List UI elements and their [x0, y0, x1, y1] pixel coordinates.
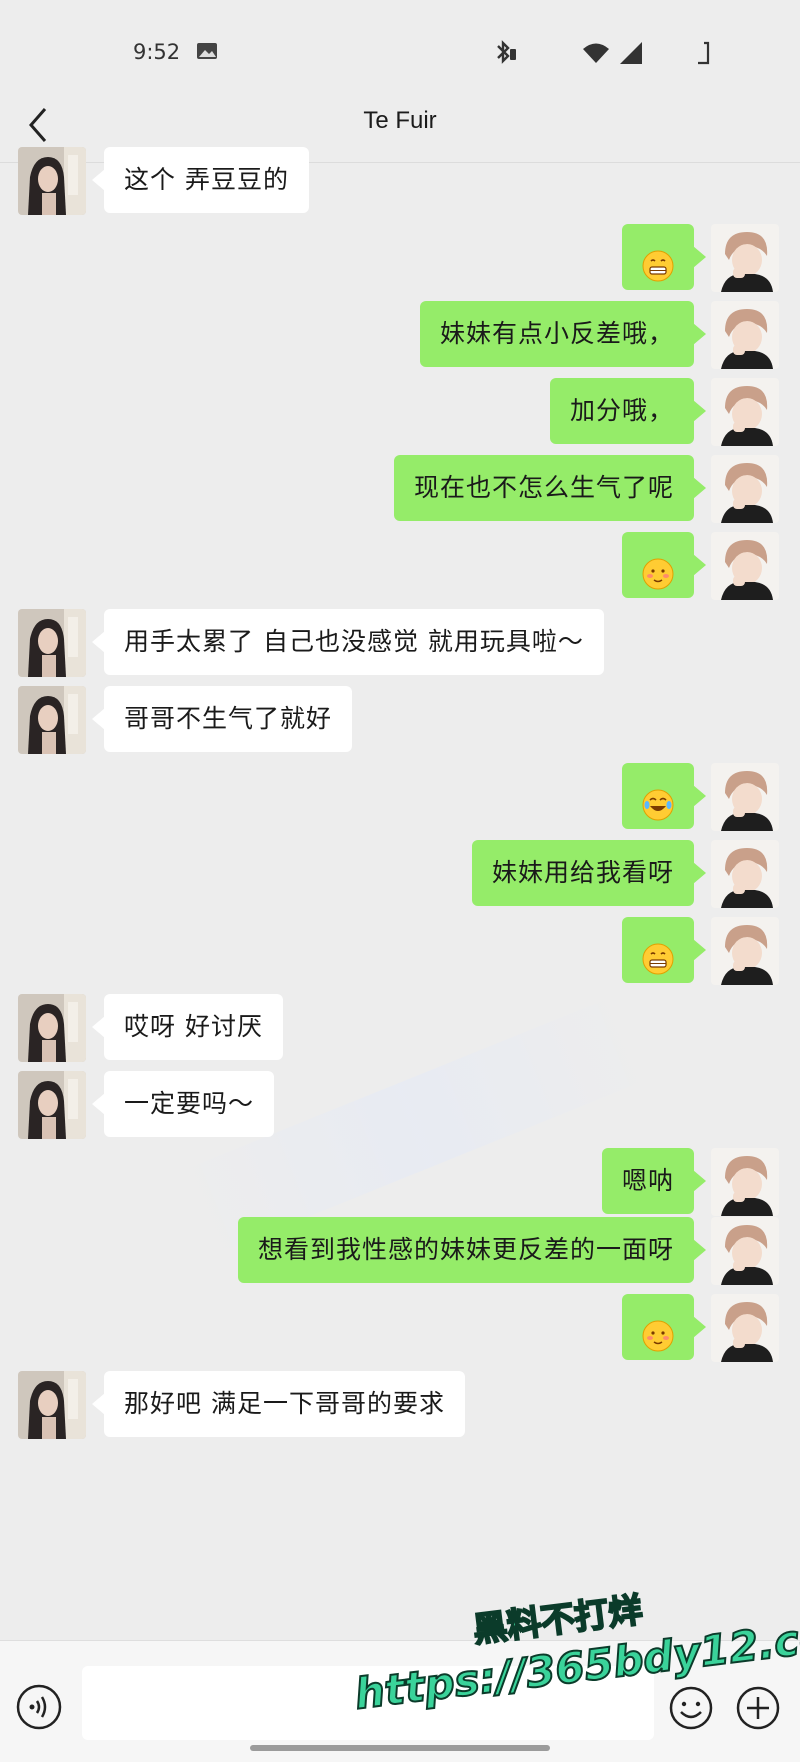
sent-message: [0, 532, 800, 600]
my-avatar[interactable]: [711, 378, 779, 446]
grin-emoji: [642, 241, 674, 282]
sent-message: 加分哦，: [0, 378, 800, 446]
status-icons: [490, 38, 750, 68]
wifi-icon: [583, 43, 609, 63]
chat-title: Te Fuir: [363, 107, 437, 134]
contact-avatar[interactable]: [18, 686, 86, 754]
tears-of-joy-emoji: [642, 780, 674, 821]
received-message: 哎呀 好讨厌: [0, 994, 800, 1062]
more-options-plus-icon[interactable]: [735, 1685, 781, 1731]
my-avatar[interactable]: [711, 532, 779, 600]
emoji-picker-icon[interactable]: [668, 1685, 714, 1731]
contact-avatar[interactable]: [18, 609, 86, 677]
my-avatar[interactable]: [711, 917, 779, 985]
emoji-bubble[interactable]: [622, 1294, 706, 1360]
message-bubble[interactable]: 用手太累了 自己也没感觉 就用玩具啦～: [92, 609, 604, 675]
my-avatar[interactable]: [711, 455, 779, 523]
bluetooth-icon: [497, 40, 516, 64]
sent-message: [0, 763, 800, 831]
sent-message: [0, 917, 800, 985]
sent-message: 想看到我性感的妹妹更反差的一面呀: [0, 1217, 800, 1285]
my-avatar[interactable]: [711, 301, 779, 369]
my-avatar[interactable]: [711, 1294, 779, 1362]
message-bubble[interactable]: 想看到我性感的妹妹更反差的一面呀: [237, 1217, 707, 1283]
message-bubble[interactable]: 这个 弄豆豆的: [92, 147, 309, 213]
signal-icon: [620, 42, 642, 64]
message-bubble[interactable]: 那好吧 满足一下哥哥的要求: [92, 1371, 465, 1437]
my-avatar[interactable]: [711, 1217, 779, 1285]
home-indicator[interactable]: [250, 1745, 550, 1751]
status-bar: 9:52: [0, 0, 800, 95]
sent-message: [0, 224, 800, 292]
my-avatar[interactable]: [711, 763, 779, 831]
contact-avatar[interactable]: [18, 1071, 86, 1139]
received-message: 哥哥不生气了就好: [0, 686, 800, 754]
message-bubble[interactable]: 哥哥不生气了就好: [91, 686, 353, 752]
image-notification-icon: [197, 43, 217, 59]
message-bubble[interactable]: 妹妹用给我看呀: [471, 840, 707, 906]
my-avatar[interactable]: [711, 1148, 779, 1216]
contact-avatar[interactable]: [18, 994, 86, 1062]
sent-message: 现在也不怎么生气了呢: [0, 455, 800, 523]
message-bubble[interactable]: 哎呀 好讨厌: [92, 994, 283, 1060]
blush-emoji: [642, 1311, 674, 1352]
message-bubble[interactable]: 现在也不怎么生气了呢: [393, 455, 707, 521]
sent-message: 妹妹用给我看呀: [0, 840, 800, 908]
sent-message: 妹妹有点小反差哦，: [0, 301, 800, 369]
message-bubble[interactable]: 一定要吗～: [91, 1071, 275, 1137]
my-avatar[interactable]: [711, 840, 779, 908]
message-bubble[interactable]: 嗯呐: [601, 1148, 707, 1214]
grin-emoji: [642, 934, 674, 975]
contact-avatar[interactable]: [18, 147, 86, 215]
emoji-bubble[interactable]: [622, 532, 706, 598]
received-message: 这个 弄豆豆的: [0, 147, 800, 215]
sent-message: [0, 1294, 800, 1362]
message-bubble[interactable]: 加分哦，: [549, 378, 707, 444]
received-message: 那好吧 满足一下哥哥的要求: [0, 1371, 800, 1439]
voice-input-icon[interactable]: [15, 1683, 63, 1731]
received-message: 一定要吗～: [0, 1071, 800, 1139]
emoji-bubble[interactable]: [622, 224, 706, 290]
contact-avatar[interactable]: [18, 1371, 86, 1439]
received-message: 用手太累了 自己也没感觉 就用玩具啦～: [0, 609, 800, 677]
emoji-bubble[interactable]: [622, 763, 706, 829]
battery-icon: [698, 41, 710, 65]
emoji-bubble[interactable]: [622, 917, 706, 983]
sent-message: 嗯呐: [0, 1148, 800, 1216]
message-bubble[interactable]: 妹妹有点小反差哦，: [419, 301, 707, 367]
status-time: 9:52: [133, 40, 181, 64]
my-avatar[interactable]: [711, 224, 779, 292]
blush-emoji: [642, 549, 674, 590]
